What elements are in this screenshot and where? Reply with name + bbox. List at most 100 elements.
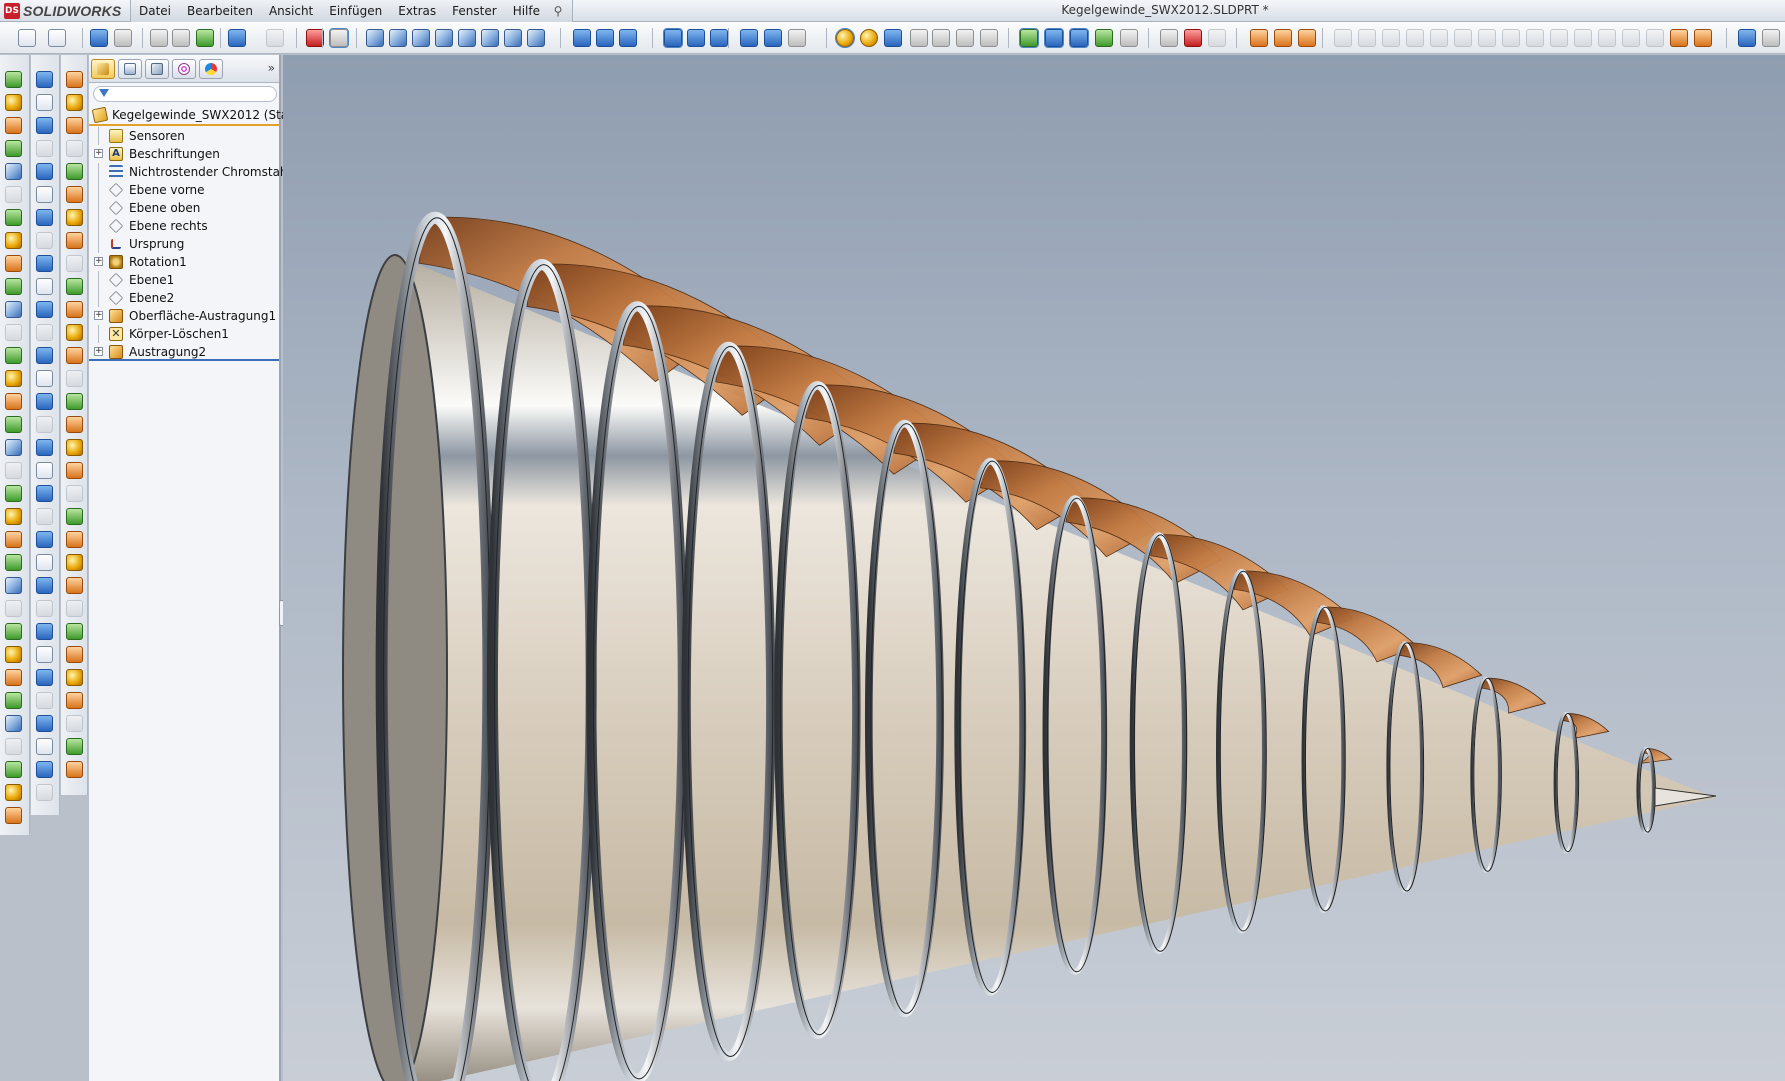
circle-icon[interactable] [36,140,53,157]
tree-item[interactable]: + A Beschriftungen [89,145,279,163]
tree-item[interactable]: + Austragung2 [89,343,279,361]
shaded-edges-icon[interactable] [663,28,683,48]
trim-surface-icon[interactable] [66,761,83,778]
view-dimetric-icon[interactable] [596,29,614,47]
offset-icon[interactable] [1358,29,1376,47]
expand-toggle-icon[interactable]: + [94,149,103,158]
chamfer-icon[interactable] [5,439,22,456]
arc-icon[interactable] [36,163,53,180]
zoom-area-icon[interactable] [788,29,806,47]
trim-surface-icon[interactable] [66,255,83,272]
edit-appearance-icon[interactable] [1044,28,1064,48]
tree-item[interactable]: Ebene1 [89,271,279,289]
sheet-metal-icon[interactable] [1250,29,1268,47]
draft-feature-icon[interactable] [5,761,22,778]
view-normal-icon[interactable] [573,29,591,47]
rib-icon[interactable] [5,232,22,249]
filled-surface-icon[interactable] [66,186,83,203]
point-icon[interactable] [36,209,53,226]
sketch-icon[interactable] [36,71,53,88]
expand-panel-icon[interactable]: » [268,61,275,75]
centerline-icon[interactable] [36,232,53,249]
sketch-icon[interactable] [36,324,53,341]
revolved-surface-icon[interactable] [66,600,83,617]
offset-surface-icon[interactable] [66,738,83,755]
pan-icon[interactable] [910,29,928,47]
expand-toggle-icon[interactable]: + [94,257,103,266]
menu-extras[interactable]: Extras [390,0,444,22]
delete-body-feature-icon[interactable] [66,301,83,318]
arc-icon[interactable] [36,416,53,433]
tree-item[interactable]: Ursprung [89,235,279,253]
section-view-icon[interactable] [619,29,637,47]
offset-entities-icon[interactable] [36,784,53,801]
flex-icon[interactable] [1526,29,1544,47]
mirror-icon[interactable] [1622,29,1640,47]
spline-icon[interactable] [36,186,53,203]
point-icon[interactable] [36,462,53,479]
mold-tools-icon[interactable] [1298,29,1316,47]
tab-propertymanager[interactable] [118,59,142,79]
rectangle-icon[interactable] [36,623,53,640]
tree-item[interactable]: Ebene rechts [89,217,279,235]
circle-icon[interactable] [36,646,53,663]
realview-icon[interactable] [1095,29,1113,47]
loft-feature-icon[interactable] [5,140,22,157]
new-document-icon[interactable] [18,29,36,47]
loft-feature-icon[interactable] [5,646,22,663]
chamfer-icon[interactable] [5,186,22,203]
boundary-surface-icon[interactable] [66,416,83,433]
pattern-icon[interactable] [5,301,22,318]
fillet-icon[interactable] [5,669,22,686]
pattern-icon[interactable] [5,807,22,824]
extrude-icon[interactable] [5,324,22,341]
mass-properties-icon[interactable] [1670,29,1688,47]
shell-icon[interactable] [5,715,22,732]
hidden-lines-icon[interactable] [740,29,758,47]
revolve-feature-icon[interactable] [5,347,22,364]
trim-icon[interactable] [36,508,53,525]
filled-surface-icon[interactable] [66,692,83,709]
redo-icon[interactable] [266,29,284,47]
knit-icon[interactable] [1646,29,1664,47]
shaded-icon[interactable] [687,29,705,47]
tree-item[interactable]: Nichtrostender Chromstahl [89,163,291,181]
record-icon[interactable] [1184,29,1202,47]
view-front-icon[interactable] [366,29,384,47]
solidworks-logo[interactable]: DS SOLIDWORKS [4,2,121,20]
pin-menu-icon[interactable]: ⚲ [550,3,566,19]
offset-entities-icon[interactable] [36,531,53,548]
print-icon[interactable] [114,29,132,47]
wireframe-icon[interactable] [710,29,728,47]
tree-item[interactable]: Sensoren [89,127,279,145]
point-icon[interactable] [36,715,53,732]
tree-root-part[interactable]: Kegelgewinde_SWX2012 (Stand [89,104,303,126]
view-back-icon[interactable] [389,29,407,47]
extruded-surface-icon[interactable] [66,71,83,88]
tab-featuremanager[interactable] [91,59,115,79]
sweep-icon[interactable] [5,623,22,640]
draft-feature-icon[interactable] [5,508,22,525]
smart-dimension-icon[interactable] [36,301,53,318]
planar-surface-icon[interactable] [66,715,83,732]
delete-face-icon[interactable] [1382,29,1400,47]
feature-filter-input[interactable] [110,87,270,101]
loft-feature-icon[interactable] [5,393,22,410]
previous-view-icon[interactable] [980,29,998,47]
zoom-fit-icon[interactable] [764,29,782,47]
tree-item[interactable]: + Oberfläche-Austragung1 [89,307,279,325]
circle-icon[interactable] [36,393,53,410]
trim-icon[interactable] [36,761,53,778]
delete-body-feature-icon[interactable] [66,554,83,571]
revolved-surface-icon[interactable] [66,347,83,364]
render-icon[interactable] [1208,29,1226,47]
shell-icon[interactable] [5,209,22,226]
rectangle-icon[interactable] [36,370,53,387]
hole-wizard-icon[interactable] [5,278,22,295]
menu-hilfe[interactable]: Hilfe [505,0,548,22]
fillet-icon[interactable] [5,416,22,433]
extrude-icon[interactable] [5,71,22,88]
tree-item[interactable]: Ebene oben [89,199,279,217]
weldments-icon[interactable] [1274,29,1292,47]
undo-icon[interactable] [228,29,246,47]
